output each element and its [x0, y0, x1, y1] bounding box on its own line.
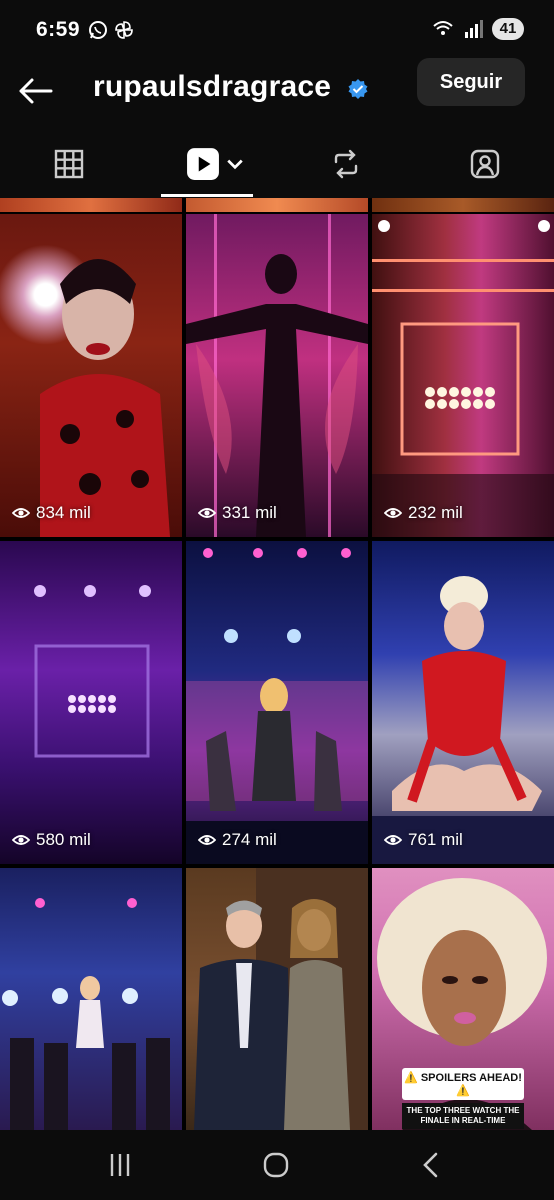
- previous-reel-strip[interactable]: [186, 198, 368, 212]
- profile-header: rupaulsdragrace Seguir: [0, 58, 554, 130]
- tab-grid[interactable]: [38, 130, 100, 198]
- previous-reel-strip[interactable]: [372, 198, 554, 212]
- profile-tabs: [0, 130, 554, 198]
- silhouette-thumbnail: [186, 214, 368, 537]
- reels-icon: [187, 148, 219, 180]
- profile-username: rupaulsdragrace: [93, 70, 332, 103]
- view-count: 331 mil: [198, 503, 277, 523]
- status-bar: 6:59 41: [0, 0, 554, 60]
- view-count: 232 mil: [384, 503, 463, 523]
- chevron-down-icon: [227, 159, 243, 170]
- eye-icon: [12, 835, 30, 845]
- follow-button[interactable]: Seguir: [417, 58, 525, 106]
- active-tab-indicator: [161, 194, 253, 197]
- stage-thumbnail: [34, 585, 151, 758]
- recent-apps-button[interactable]: [90, 1142, 150, 1188]
- tab-reposts[interactable]: [315, 130, 377, 198]
- status-right: 41: [432, 18, 524, 40]
- stage-thumbnail: [372, 220, 554, 537]
- dancers-thumbnail: [186, 548, 368, 864]
- chevron-left-icon: [423, 1152, 438, 1178]
- tab-reels[interactable]: [175, 130, 255, 198]
- eye-icon: [384, 835, 402, 845]
- wifi-icon: [433, 21, 453, 35]
- tab-tagged[interactable]: [454, 130, 516, 198]
- performer-thumbnail: [372, 576, 554, 864]
- whatsapp-icon: [89, 21, 107, 39]
- performer-thumbnail: [40, 259, 170, 537]
- reel-tile[interactable]: 580 mil: [0, 541, 182, 864]
- reel-tile[interactable]: 274 mil: [186, 541, 368, 864]
- hosts-thumbnail: [194, 868, 368, 1130]
- reel-tile[interactable]: 761 mil: [372, 541, 554, 864]
- signal-icon: [465, 20, 483, 38]
- repost-icon: [334, 149, 358, 179]
- grid-icon: [54, 149, 84, 179]
- reel-tile[interactable]: 834 mil: [0, 214, 182, 537]
- eye-icon: [198, 508, 216, 518]
- arrow-left-icon: [19, 78, 53, 104]
- reel-tile[interactable]: [186, 868, 368, 1130]
- status-app-icons: [88, 20, 134, 40]
- view-count-label: 761 mil: [408, 830, 463, 849]
- back-nav-button[interactable]: [401, 1142, 461, 1188]
- system-navigation-bar: [0, 1130, 554, 1200]
- view-count-label: 274 mil: [222, 830, 277, 849]
- pinwheel-icon: [115, 21, 133, 39]
- view-count-label: 834 mil: [36, 503, 91, 522]
- verified-badge-icon: [348, 79, 368, 99]
- tagged-icon: [470, 149, 500, 179]
- eye-icon: [12, 508, 30, 518]
- view-count: 274 mil: [198, 830, 277, 850]
- home-icon: [263, 1152, 289, 1178]
- view-count: 761 mil: [384, 830, 463, 850]
- home-button[interactable]: [246, 1142, 306, 1188]
- reel-tile[interactable]: [0, 868, 182, 1130]
- reel-tile[interactable]: 232 mil: [372, 214, 554, 537]
- spoiler-overlay: ⚠️ SPOILERS AHEAD! ⚠️ THE TOP THREE WATC…: [402, 1068, 524, 1129]
- reel-tile[interactable]: 331 mil: [186, 214, 368, 537]
- battery-icon: 41: [492, 18, 524, 40]
- view-count-label: 331 mil: [222, 503, 277, 522]
- group-performance-thumbnail: [2, 898, 170, 1130]
- spoiler-caption: THE TOP THREE WATCH THE FINALE IN REAL-T…: [402, 1103, 524, 1129]
- view-count-label: 232 mil: [408, 503, 463, 522]
- reel-tile[interactable]: ⚠️ SPOILERS AHEAD! ⚠️ THE TOP THREE WATC…: [372, 868, 554, 1130]
- recents-icon: [110, 1154, 130, 1176]
- eye-icon: [198, 835, 216, 845]
- reels-grid: 834 mil 331 mil 232 mil 580 mil 274 mil …: [0, 198, 554, 1130]
- view-count: 834 mil: [12, 503, 91, 523]
- eye-icon: [384, 508, 402, 518]
- previous-reel-strip[interactable]: [0, 198, 182, 212]
- status-time: 6:59: [36, 18, 81, 41]
- view-count: 580 mil: [12, 830, 91, 850]
- view-count-label: 580 mil: [36, 830, 91, 849]
- spoiler-title: ⚠️ SPOILERS AHEAD! ⚠️: [402, 1068, 524, 1100]
- back-button[interactable]: [14, 70, 56, 112]
